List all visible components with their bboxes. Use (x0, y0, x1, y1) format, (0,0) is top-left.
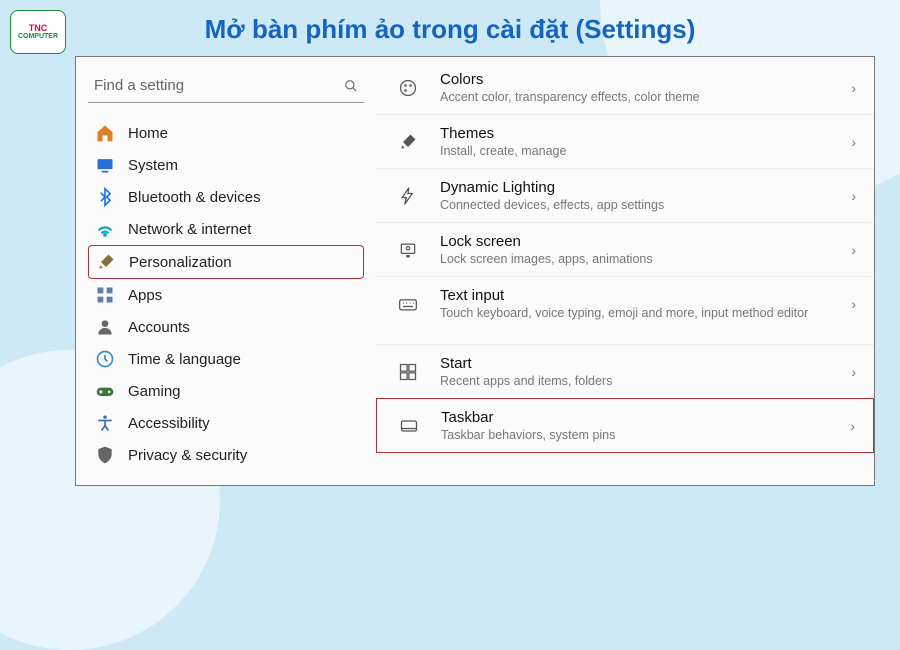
accessibility-icon (94, 414, 116, 432)
brush-icon (95, 253, 117, 271)
sidebar-item-label: Apps (128, 287, 162, 304)
sidebar-item-gaming[interactable]: Gaming (88, 375, 364, 407)
page-title: Mở bàn phím ảo trong cài đặt (Settings) (0, 14, 900, 45)
chevron-right-icon: › (851, 296, 856, 312)
sidebar-item-label: Bluetooth & devices (128, 189, 261, 206)
sidebar-item-label: System (128, 157, 178, 174)
row-subtitle: Touch keyboard, voice typing, emoji and … (440, 306, 808, 320)
sidebar-item-label: Gaming (128, 383, 181, 400)
settings-window: Home System Bluetooth & devices Network & i… (75, 56, 875, 486)
settings-row-lock-screen[interactable]: Lock screen Lock screen images, apps, ani… (376, 222, 874, 276)
search-icon (344, 79, 358, 93)
settings-row-start[interactable]: Start Recent apps and items, folders › (376, 344, 874, 398)
clock-icon (94, 350, 116, 368)
row-title: Text input (440, 287, 808, 304)
row-subtitle: Recent apps and items, folders (440, 374, 612, 388)
settings-row-colors[interactable]: Colors Accent color, transparency effects… (376, 61, 874, 114)
sidebar-item-label: Personalization (129, 254, 232, 271)
settings-row-dynamic-lighting[interactable]: Dynamic Lighting Connected devices, effec… (376, 168, 874, 222)
bluetooth-icon (94, 188, 116, 206)
accounts-icon (94, 318, 116, 336)
sidebar-item-label: Accessibility (128, 415, 210, 432)
sidebar-item-accessibility[interactable]: Accessibility (88, 407, 364, 439)
row-title: Start (440, 355, 612, 372)
start-icon (394, 358, 422, 386)
home-icon (94, 124, 116, 142)
content-pane: Colors Accent color, transparency effects… (376, 57, 874, 485)
sidebar-item-system[interactable]: System (88, 149, 364, 181)
palette-icon (394, 74, 422, 102)
sidebar: Home System Bluetooth & devices Network & i… (76, 57, 376, 485)
row-title: Taskbar (441, 409, 615, 426)
row-subtitle: Connected devices, effects, app settings (440, 198, 664, 212)
lighting-icon (394, 182, 422, 210)
brush-icon (394, 128, 422, 156)
sidebar-item-label: Accounts (128, 319, 190, 336)
sidebar-item-label: Network & internet (128, 221, 251, 238)
settings-row-text-input[interactable]: Text input Touch keyboard, voice typing, … (376, 276, 874, 330)
sidebar-item-label: Time & language (128, 351, 241, 368)
row-subtitle: Accent color, transparency effects, colo… (440, 90, 700, 104)
sidebar-item-label: Privacy & security (128, 447, 247, 464)
sidebar-item-accounts[interactable]: Accounts (88, 311, 364, 343)
chevron-right-icon: › (851, 364, 856, 380)
search-box[interactable] (88, 73, 364, 103)
row-title: Themes (440, 125, 566, 142)
chevron-right-icon: › (851, 188, 856, 204)
sidebar-item-privacy-security[interactable]: Privacy & security (88, 439, 364, 471)
row-title: Dynamic Lighting (440, 179, 664, 196)
chevron-right-icon: › (851, 242, 856, 258)
sidebar-item-bluetooth-devices[interactable]: Bluetooth & devices (88, 181, 364, 213)
sidebar-item-time-language[interactable]: Time & language (88, 343, 364, 375)
sidebar-item-label: Home (128, 125, 168, 142)
sidebar-item-network-internet[interactable]: Network & internet (88, 213, 364, 245)
search-input[interactable] (94, 77, 344, 94)
row-subtitle: Lock screen images, apps, animations (440, 252, 653, 266)
chevron-right-icon: › (851, 134, 856, 150)
gaming-icon (94, 382, 116, 400)
row-title: Lock screen (440, 233, 653, 250)
row-subtitle: Install, create, manage (440, 144, 566, 158)
wifi-icon (94, 220, 116, 238)
taskbar-icon (395, 412, 423, 440)
sidebar-item-personalization[interactable]: Personalization (88, 245, 364, 279)
row-title: Colors (440, 71, 700, 88)
row-subtitle: Taskbar behaviors, system pins (441, 428, 615, 442)
chevron-right-icon: › (850, 418, 855, 434)
sidebar-item-home[interactable]: Home (88, 117, 364, 149)
shield-icon (94, 446, 116, 464)
sidebar-item-apps[interactable]: Apps (88, 279, 364, 311)
settings-row-taskbar[interactable]: Taskbar Taskbar behaviors, system pins › (376, 398, 874, 453)
chevron-right-icon: › (851, 80, 856, 96)
lock-icon (394, 236, 422, 264)
system-icon (94, 156, 116, 174)
settings-row-themes[interactable]: Themes Install, create, manage › (376, 114, 874, 168)
apps-icon (94, 286, 116, 304)
keyboard-icon (394, 290, 422, 318)
